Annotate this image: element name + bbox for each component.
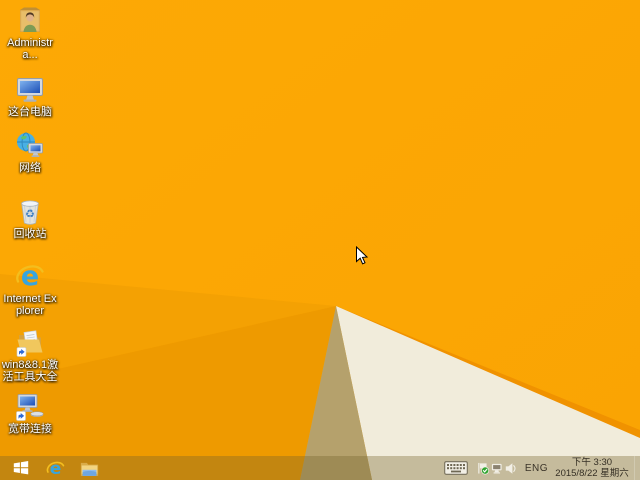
desktop-icon-label: Internet Explorer <box>3 293 57 317</box>
volume-button[interactable] <box>505 456 517 480</box>
desktop[interactable]: Administra... 这台电脑 网络 ♻ 回收站 e Internet E… <box>0 0 640 480</box>
show-desktop-button[interactable] <box>634 456 640 480</box>
desktop-icon-win8-activation-tools[interactable]: win8&8.1激活工具大全 <box>1 327 59 383</box>
internet-explorer-icon: e <box>46 459 64 478</box>
network-globe-icon <box>17 132 43 157</box>
windows-logo-icon <box>13 461 29 475</box>
start-button[interactable] <box>4 456 38 480</box>
desktop-icon-internet-explorer[interactable]: e Internet Explorer <box>1 261 59 317</box>
desktop-icon-label: 网络 <box>19 162 41 174</box>
shortcut-arrow-badge <box>16 347 27 357</box>
volume-icon <box>505 462 516 474</box>
desktop-icon-label: win8&8.1激活工具大全 <box>1 359 59 383</box>
user-folder-icon <box>20 7 40 32</box>
computer-icon <box>17 78 43 102</box>
clock-time: 下午 3:30 <box>571 457 613 468</box>
action-center-check-icon <box>478 462 489 475</box>
desktop-icon-administrator[interactable]: Administra... <box>1 5 59 61</box>
taskbar: e ENG 下午 3:30 2015/8/22 星期六 <box>0 456 640 480</box>
desktop-icon-this-pc[interactable]: 这台电脑 <box>1 74 59 118</box>
system-tray: ENG 下午 3:30 2015/8/22 星期六 <box>441 456 640 480</box>
touch-keyboard-button[interactable] <box>441 456 471 480</box>
open-folder-shortcut-icon <box>16 330 43 357</box>
desktop-icon-label: 宽带连接 <box>8 423 52 435</box>
explorer-taskbar-button[interactable] <box>72 456 106 480</box>
language-label: ENG <box>524 462 548 474</box>
taskbar-left: e <box>0 456 106 480</box>
touch-keyboard-icon <box>443 461 468 475</box>
desktop-icon-label: 回收站 <box>13 228 47 240</box>
desktop-icon-label: Administra... <box>7 37 53 61</box>
shortcut-arrow-badge <box>16 411 26 421</box>
ie-taskbar-button[interactable]: e <box>38 456 72 480</box>
network-status-icon <box>491 463 502 473</box>
svg-text:♻: ♻ <box>25 209 35 221</box>
recycle-bin-icon: ♻ <box>21 200 39 225</box>
internet-explorer-icon: e <box>16 261 44 291</box>
action-center-button[interactable] <box>477 456 489 480</box>
language-indicator[interactable]: ENG <box>518 456 555 480</box>
clock-date: 2015/8/22 星期六 <box>555 468 629 479</box>
tray-clock[interactable]: 下午 3:30 2015/8/22 星期六 <box>555 457 634 479</box>
desktop-icon-network[interactable]: 网络 <box>1 130 59 174</box>
file-explorer-icon <box>80 462 98 476</box>
wallpaper <box>0 0 640 480</box>
broadband-connection-icon <box>16 394 44 421</box>
desktop-icon-label: 这台电脑 <box>8 106 52 118</box>
desktop-icon-recycle-bin[interactable]: ♻ 回收站 <box>1 196 59 240</box>
desktop-icon-broadband-connection[interactable]: 宽带连接 <box>1 391 59 435</box>
network-status-button[interactable] <box>491 456 503 480</box>
